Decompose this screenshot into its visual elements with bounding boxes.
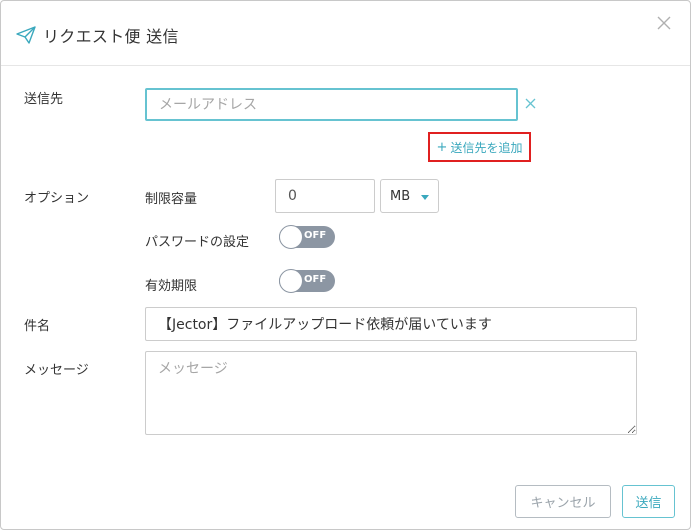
- clear-x-icon[interactable]: [525, 98, 536, 109]
- toggle-knob: [279, 269, 303, 293]
- caret-down-icon: [421, 195, 429, 200]
- unit-selected-value: MB: [390, 188, 411, 204]
- capacity-label: 制限容量: [145, 192, 198, 207]
- plus-icon: +: [436, 139, 448, 155]
- add-recipient-button[interactable]: + 送信先を追加: [428, 132, 531, 162]
- unit-select[interactable]: MB: [380, 179, 439, 213]
- subject-input[interactable]: [145, 307, 637, 341]
- add-recipient-label: 送信先を追加: [450, 140, 523, 155]
- message-textarea[interactable]: [145, 351, 637, 435]
- dialog-header: リクエスト便 送信: [1, 1, 690, 66]
- toggle-knob: [279, 225, 303, 249]
- email-input[interactable]: [145, 88, 518, 121]
- close-icon[interactable]: [655, 14, 673, 32]
- capacity-input[interactable]: [275, 179, 375, 213]
- password-toggle[interactable]: OFF: [279, 225, 335, 249]
- send-button[interactable]: 送信: [622, 485, 675, 518]
- expiry-toggle-state: OFF: [304, 274, 327, 285]
- expiry-label: 有効期限: [145, 279, 198, 294]
- password-toggle-state: OFF: [304, 230, 327, 241]
- expiry-toggle[interactable]: OFF: [279, 269, 335, 293]
- paper-plane-icon: [16, 26, 36, 44]
- dialog-title: リクエスト便 送信: [43, 27, 179, 46]
- message-label: メッセージ: [24, 363, 89, 378]
- options-label: オプション: [24, 191, 90, 206]
- request-send-dialog: リクエスト便 送信 送信先 + 送信先を追加 オプション 制限容量 MB パスワ…: [0, 0, 691, 530]
- recipients-label: 送信先: [24, 92, 64, 107]
- cancel-button[interactable]: キャンセル: [515, 485, 611, 518]
- subject-label: 件名: [24, 319, 51, 334]
- password-label: パスワードの設定: [145, 235, 250, 250]
